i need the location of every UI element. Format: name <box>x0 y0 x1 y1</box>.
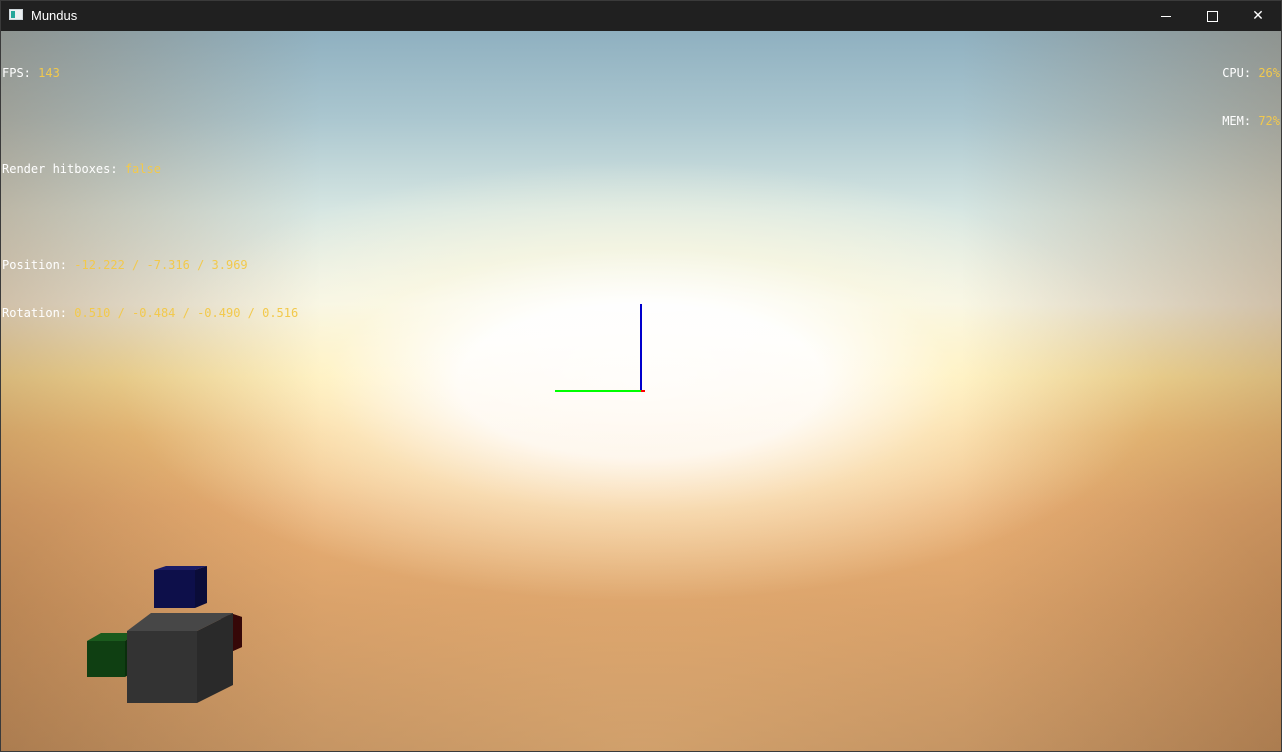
cpu-label: CPU: <box>1222 66 1259 80</box>
hud-spacer <box>2 209 298 225</box>
title-bar[interactable]: Mundus ✕ <box>1 1 1281 31</box>
position-readout: Position: -12.222 / -7.316 / 3.969 <box>2 257 298 273</box>
game-viewport[interactable]: FPS: 143 Render hitboxes: false Position… <box>1 31 1281 751</box>
hud-spacer <box>2 113 298 129</box>
close-button[interactable]: ✕ <box>1235 1 1281 31</box>
fps-readout: FPS: 143 <box>2 65 298 81</box>
position-value: -12.222 / -7.316 / 3.969 <box>74 258 248 272</box>
mem-label: MEM: <box>1222 114 1259 128</box>
fps-value: 143 <box>38 66 60 80</box>
hitboxes-label: Render hitboxes: <box>2 162 125 176</box>
gray-cube[interactable] <box>127 613 233 703</box>
maximize-button[interactable] <box>1189 1 1235 31</box>
debug-overlay-right: CPU: 26% MEM: 72% <box>1222 33 1280 161</box>
cpu-value: 26% <box>1258 66 1280 80</box>
app-window-icon <box>9 9 23 20</box>
maximize-icon <box>1206 10 1218 22</box>
hitboxes-value: false <box>124 162 161 176</box>
rotation-label: Rotation: <box>2 306 75 320</box>
fps-label: FPS: <box>2 66 39 80</box>
game-window: Mundus ✕ FPS: 143 Render hitboxes: false… <box>0 0 1282 752</box>
debug-overlay-left: FPS: 143 Render hitboxes: false Position… <box>2 33 298 353</box>
minimize-button[interactable] <box>1143 1 1189 31</box>
mem-readout: MEM: 72% <box>1222 113 1280 129</box>
close-icon: ✕ <box>1252 8 1264 24</box>
mem-value: 72% <box>1258 114 1280 128</box>
blue-cube[interactable] <box>154 566 207 608</box>
rotation-value: 0.510 / -0.484 / -0.490 / 0.516 <box>74 306 299 320</box>
position-label: Position: <box>2 258 75 272</box>
window-title: Mundus <box>31 8 78 23</box>
rotation-readout: Rotation: 0.510 / -0.484 / -0.490 / 0.51… <box>2 305 298 321</box>
hitboxes-readout: Render hitboxes: false <box>2 161 298 177</box>
minimize-icon <box>1161 15 1171 17</box>
cpu-readout: CPU: 26% <box>1222 65 1280 81</box>
